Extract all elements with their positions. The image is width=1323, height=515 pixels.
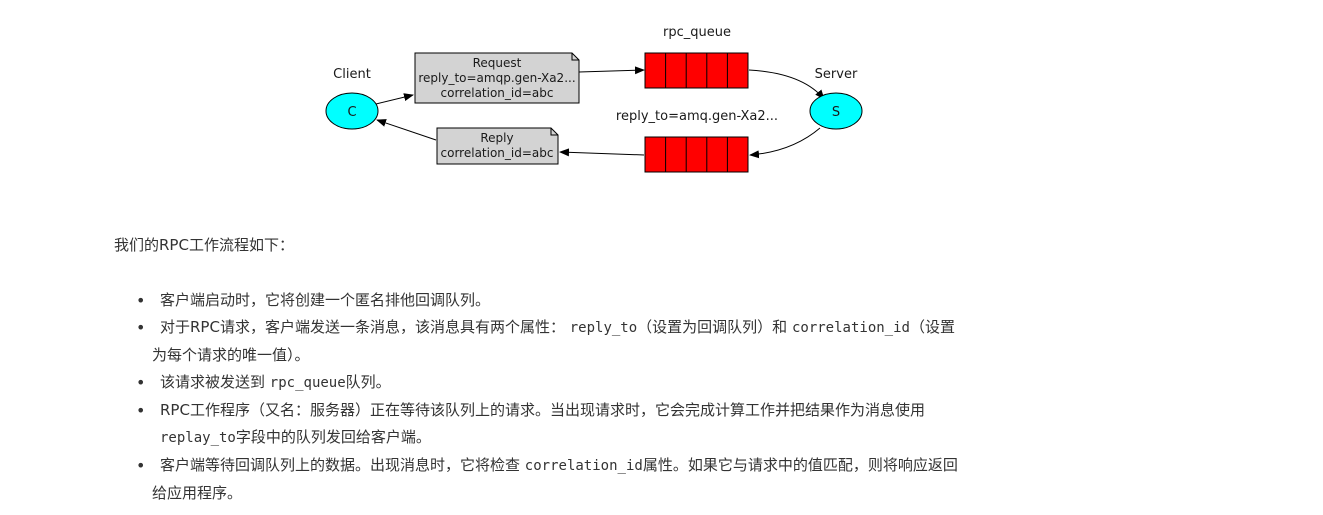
step-text: 该请求被发送到 — [160, 373, 266, 391]
workflow-intro: 我们的RPC工作流程如下： — [114, 236, 294, 254]
rpc-queue — [644, 52, 749, 89]
reply-queue-to-reply-edge — [559, 148, 645, 157]
step-text: 属性。如果它与请求中的值匹配，则将响应返回 — [642, 456, 958, 474]
server-label: Server — [815, 67, 858, 82]
step-text: 字段中的队列发回给客户端。 — [235, 428, 431, 446]
reply-queue-label: reply_to=amq.gen-Xa2... — [616, 109, 778, 124]
reply-note-title: Reply — [480, 131, 513, 145]
step-item: 该请求被发送到 rpc_queue队列。 — [136, 369, 1056, 397]
reply-note: Reply correlation_id=abc — [436, 127, 559, 165]
replay-to-code: replay_to — [160, 430, 236, 446]
client-to-request-edge — [375, 93, 414, 105]
reply-to-code: reply_to — [569, 320, 638, 336]
rpc-flow-diagram: Client C Server S Request reply_to=amqp.… — [325, 25, 863, 173]
correlation-id-code: correlation_id — [524, 458, 643, 474]
workflow-steps: 客户端启动时，它将创建一个匿名排他回调队列。 对于RPC请求，客户端发送一条消息… — [136, 287, 1056, 507]
request-note-reply-to: reply_to=amqp.gen-Xa2... — [418, 71, 575, 85]
rpc-queue-label: rpc_queue — [663, 25, 731, 40]
server-to-reply-queue-edge — [749, 127, 821, 159]
reply-note-correlation-id: correlation_id=abc — [441, 146, 554, 160]
client-node-letter: C — [347, 105, 356, 120]
step-text: 队列。 — [345, 373, 391, 391]
step-text: （设置 — [909, 318, 955, 336]
request-note: Request reply_to=amqp.gen-Xa2... correla… — [414, 52, 580, 104]
request-note-title: Request — [473, 56, 522, 70]
step-item: 客户端等待回调队列上的数据。出现消息时，它将检查 correlation_id属… — [136, 452, 1056, 507]
client-label: Client — [333, 67, 371, 82]
step-item: 对于RPC请求，客户端发送一条消息，该消息具有两个属性： reply_to（设置… — [136, 314, 1056, 369]
step-text: （设置为回调队列）和 — [637, 318, 788, 336]
rpc-queue-code: rpc_queue — [269, 375, 346, 391]
server-node-letter: S — [832, 105, 840, 120]
step-text: 客户端启动时，它将创建一个匿名排他回调队列。 — [160, 291, 491, 309]
step-text: 对于RPC请求，客户端发送一条消息，该消息具有两个属性： — [160, 318, 565, 336]
correlation-id-code: correlation_id — [791, 320, 910, 336]
step-text: 为每个请求的唯一值）。 — [152, 346, 310, 364]
step-text: 给应用程序。 — [152, 484, 243, 502]
queue-to-server-edge — [748, 69, 825, 100]
client-node: C — [325, 92, 379, 130]
server-node: S — [809, 92, 863, 130]
step-item: RPC工作程序（又名：服务器）正在等待该队列上的请求。当出现请求时，它会完成计算… — [136, 397, 1056, 452]
reply-queue — [644, 136, 749, 173]
step-item: 客户端启动时，它将创建一个匿名排他回调队列。 — [136, 287, 1056, 314]
reply-to-client-edge — [376, 119, 437, 141]
request-note-correlation-id: correlation_id=abc — [441, 86, 554, 100]
step-text: RPC工作程序（又名：服务器）正在等待该队列上的请求。当出现请求时，它会完成计算… — [160, 401, 925, 419]
step-text: 客户端等待回调队列上的数据。出现消息时，它将检查 — [160, 456, 521, 474]
request-to-queue-edge — [578, 66, 645, 75]
